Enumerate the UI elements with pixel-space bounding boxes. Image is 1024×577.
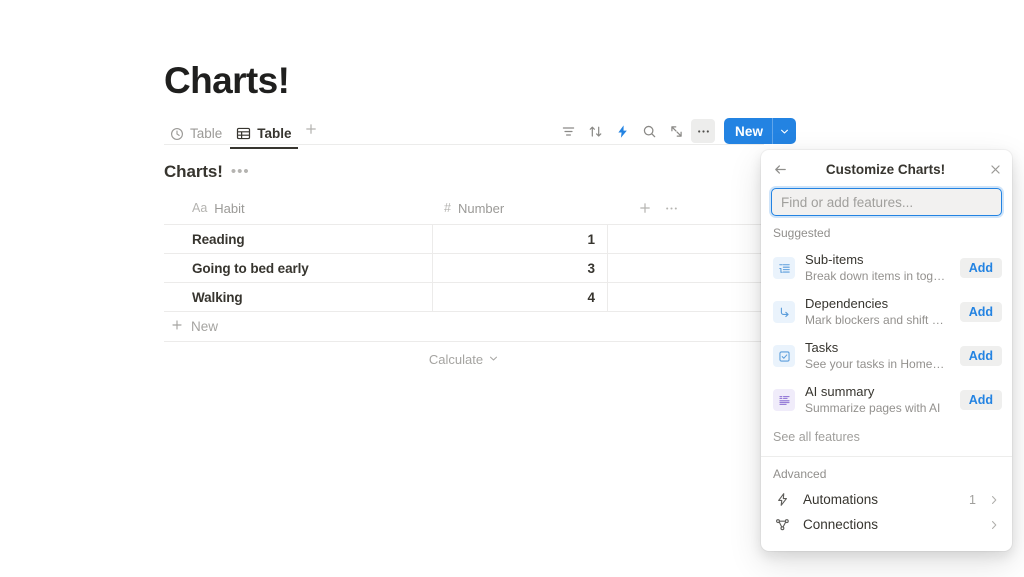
feature-text: AI summary Summarize pages with AI (805, 384, 950, 416)
feature-item-sub-items[interactable]: Sub-items Break down items in toggles Ad… (761, 246, 1012, 290)
column-header-number[interactable]: # Number (432, 192, 608, 224)
cell-habit[interactable]: Going to bed early (164, 254, 432, 282)
add-column-icon[interactable] (638, 201, 652, 215)
view-tab-label: Table (190, 126, 223, 141)
text-type-icon: Aa (192, 201, 208, 215)
chevron-down-icon (488, 352, 499, 367)
feature-text: Tasks See your tasks in Home, ma… (805, 340, 950, 372)
sort-icon[interactable] (583, 119, 607, 143)
advanced-section-label: Advanced (773, 467, 827, 481)
sub-items-icon (773, 257, 795, 279)
customize-panel: Customize Charts! Suggested Sub-items Br… (761, 150, 1012, 551)
lightning-icon (775, 492, 791, 507)
cell-number[interactable]: 1 (432, 225, 608, 253)
calculate-label: Calculate (428, 351, 484, 367)
add-feature-button[interactable]: Add (959, 258, 1002, 278)
advanced-item-automations[interactable]: Automations 1 (761, 487, 1012, 512)
new-row-label: New (191, 319, 219, 334)
feature-item-ai-summary[interactable]: AI summary Summarize pages with AI Add (761, 378, 1012, 422)
plus-icon (170, 318, 184, 335)
filter-icon[interactable] (556, 119, 580, 143)
number-type-icon: # (444, 201, 451, 215)
new-row-button[interactable]: New (164, 312, 764, 342)
table-row[interactable]: Going to bed early 3 (164, 254, 764, 283)
feature-name: AI summary (805, 384, 875, 399)
table-row[interactable]: Reading 1 (164, 225, 764, 254)
more-options-icon[interactable] (691, 119, 715, 143)
feature-name: Tasks (805, 340, 839, 355)
suggested-section-label: Suggested (773, 226, 831, 240)
database-title-row: Charts! ••• (164, 162, 764, 182)
panel-header: Customize Charts! (761, 150, 1012, 188)
plus-icon (304, 122, 318, 141)
close-icon[interactable] (989, 163, 1002, 176)
feature-name: Sub-items (805, 252, 864, 267)
cell-habit[interactable]: Walking (164, 283, 432, 311)
feature-description: Mark blockers and shift dates (805, 313, 947, 327)
feature-description: Summarize pages with AI (805, 401, 941, 415)
feature-text: Dependencies Mark blockers and shift dat… (805, 296, 950, 328)
table-more-options-icon[interactable] (664, 201, 679, 216)
arrow-left-icon[interactable] (773, 162, 788, 177)
feature-name: Dependencies (805, 296, 889, 311)
table-header-row: Aa Habit # Number (164, 192, 764, 225)
dependencies-arrow-icon (773, 301, 795, 323)
cell-number[interactable]: 4 (432, 283, 608, 311)
chevron-right-icon (988, 519, 1000, 531)
view-tab-label: Table (257, 126, 292, 141)
connections-icon (775, 517, 791, 532)
cell-empty (608, 254, 764, 282)
feature-item-tasks[interactable]: Tasks See your tasks in Home, ma… Add (761, 334, 1012, 378)
expand-icon[interactable] (664, 119, 688, 143)
new-button[interactable]: New (724, 118, 797, 144)
cell-habit[interactable]: Reading (164, 225, 432, 253)
page-content: Charts! Table Table Charts! ••• Aa Habit… (164, 58, 764, 374)
advanced-item-connections[interactable]: Connections (761, 512, 1012, 537)
search-icon[interactable] (637, 119, 661, 143)
table-header-actions (608, 201, 679, 216)
cell-empty (608, 283, 764, 311)
calculate-button[interactable]: Calculate (164, 344, 764, 374)
cell-empty (608, 225, 764, 253)
panel-search-wrap (761, 188, 1012, 226)
column-header-label: Number (457, 200, 505, 216)
tabs-divider (164, 144, 764, 145)
advanced-item-label: Connections (803, 517, 879, 532)
clock-icon (170, 127, 184, 141)
new-button-label: New (735, 123, 764, 139)
feature-description: Break down items in toggles (805, 269, 947, 283)
table-row[interactable]: Walking 4 (164, 283, 764, 312)
advanced-item-label: Automations (803, 492, 879, 507)
database-more-icon[interactable]: ••• (231, 164, 250, 179)
checkbox-icon (773, 345, 795, 367)
page-title: Charts! (164, 60, 290, 101)
panel-title: Customize Charts! (825, 161, 946, 177)
lightning-icon[interactable] (610, 119, 634, 143)
database-table: Aa Habit # Number Reading 1 Going to bed… (164, 192, 764, 374)
add-feature-button[interactable]: Add (959, 346, 1002, 366)
table-grid-icon (236, 126, 251, 141)
ai-summary-icon (773, 389, 795, 411)
cell-number[interactable]: 3 (432, 254, 608, 282)
feature-item-dependencies[interactable]: Dependencies Mark blockers and shift dat… (761, 290, 1012, 334)
add-feature-button[interactable]: Add (959, 390, 1002, 410)
search-input[interactable] (771, 188, 1002, 216)
feature-text: Sub-items Break down items in toggles (805, 252, 950, 284)
add-view-button[interactable] (300, 120, 322, 142)
database-title[interactable]: Charts! (164, 162, 223, 182)
feature-description: See your tasks in Home, ma… (805, 357, 947, 371)
chevron-right-icon (988, 494, 1000, 506)
new-button-chevron-down-icon[interactable] (772, 118, 796, 144)
see-all-features-link[interactable]: See all features (761, 422, 1012, 456)
view-toolbar: New (556, 118, 797, 144)
column-header-label: Habit (214, 200, 245, 216)
add-feature-button[interactable]: Add (959, 302, 1002, 322)
column-header-habit[interactable]: Aa Habit (164, 192, 432, 224)
advanced-item-count: 1 (969, 492, 976, 507)
